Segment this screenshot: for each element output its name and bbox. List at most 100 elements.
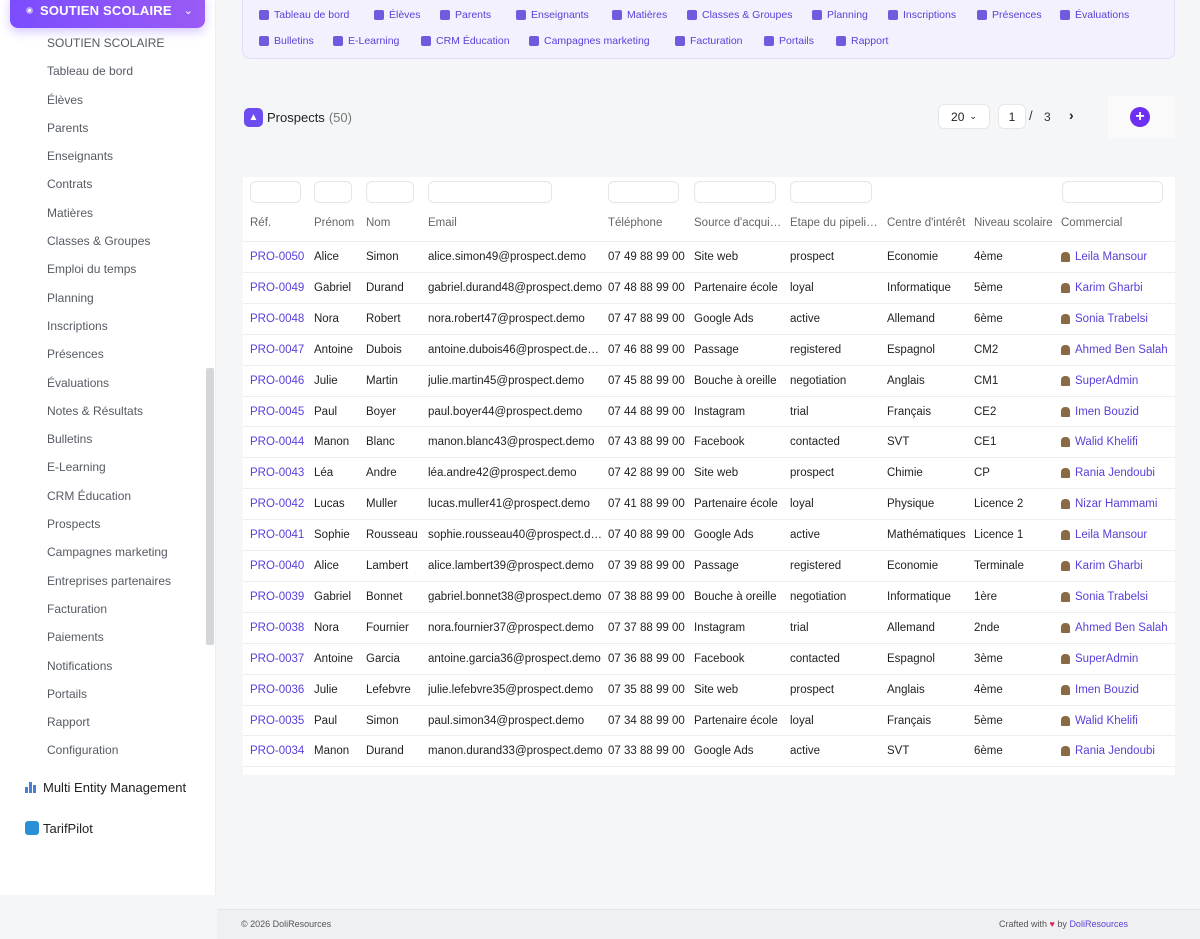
commercial-link[interactable]: Nizar Hammami	[1061, 498, 1173, 510]
commercial-link[interactable]: Rania Jendoubi	[1061, 745, 1173, 757]
sidebar-item-prospects[interactable]: Prospects	[0, 510, 216, 538]
commercial-link[interactable]: Imen Bouzid	[1061, 684, 1173, 696]
nav-tableau-de-bord[interactable]: Tableau de bord	[259, 9, 349, 21]
nav-facturation[interactable]: Facturation	[675, 35, 743, 47]
sidebar-item-rapport[interactable]: Rapport	[0, 708, 216, 736]
column-filter-input[interactable]	[314, 181, 352, 203]
table-row[interactable]: PRO-0035 Paul Simon paul.simon34@prospect.d…	[243, 704, 1175, 736]
sidebar-item-bulletins[interactable]: Bulletins	[0, 425, 216, 453]
nav-evaluations[interactable]: Évaluations	[1060, 9, 1129, 21]
prospect-ref-link[interactable]: PRO-0046	[250, 375, 308, 387]
commercial-link[interactable]: Walid Khelifi	[1061, 715, 1173, 727]
column-header-centre-d-interet[interactable]: Centre d'intérêt	[887, 217, 971, 229]
column-header-niveau-scolaire[interactable]: Niveau scolaire	[974, 217, 1058, 229]
commercial-link[interactable]: Leila Mansour	[1061, 529, 1173, 541]
sidebar-item-paiements[interactable]: Paiements	[0, 623, 216, 651]
per-page-select[interactable]: 20 ⌄	[938, 104, 990, 129]
sidebar-item-configuration[interactable]: Configuration	[0, 736, 216, 764]
nav-planning[interactable]: Planning	[812, 9, 868, 21]
column-filter-input[interactable]	[1062, 181, 1163, 203]
sidebar-item-parents[interactable]: Parents	[0, 114, 216, 142]
table-row[interactable]: PRO-0039 Gabriel Bonnet gabriel.bonnet38@pr…	[243, 580, 1175, 612]
prospect-ref-link[interactable]: PRO-0034	[250, 745, 308, 757]
column-filter-input[interactable]	[428, 181, 552, 203]
sidebar-item-portails[interactable]: Portails	[0, 680, 216, 708]
nav-crm-education[interactable]: CRM Éducation	[421, 35, 510, 47]
sidebar-item-eleves[interactable]: Élèves	[0, 86, 216, 114]
prospect-ref-link[interactable]: PRO-0048	[250, 313, 308, 325]
sidebar-item-contrats[interactable]: Contrats	[0, 170, 216, 198]
table-row[interactable]: PRO-0048 Nora Robert nora.robert47@prospect…	[243, 302, 1175, 334]
nav-enseignants[interactable]: Enseignants	[516, 9, 589, 21]
commercial-link[interactable]: Walid Khelifi	[1061, 436, 1173, 448]
table-row[interactable]: PRO-0034 Manon Durand manon.durand33@prospe…	[243, 735, 1175, 766]
commercial-link[interactable]: SuperAdmin	[1061, 375, 1173, 387]
nav-bulletins[interactable]: Bulletins	[259, 35, 314, 47]
prospect-ref-link[interactable]: PRO-0049	[250, 282, 308, 294]
table-row[interactable]: PRO-0044 Manon Blanc manon.blanc43@prospect…	[243, 426, 1175, 457]
nav-portails[interactable]: Portails	[764, 35, 814, 47]
sidebar-item-facturation[interactable]: Facturation	[0, 595, 216, 623]
nav-presences[interactable]: Présences	[977, 9, 1042, 21]
brand-link[interactable]: DoliResources	[1069, 919, 1128, 929]
column-filter-input[interactable]	[366, 181, 414, 203]
sidebar-item-inscriptions[interactable]: Inscriptions	[0, 312, 216, 340]
sidebar-module-tarifpilot[interactable]: TarifPilot	[25, 818, 93, 838]
prospect-ref-link[interactable]: PRO-0044	[250, 436, 308, 448]
sidebar-item-campagnes-marketing[interactable]: Campagnes marketing	[0, 538, 216, 566]
prospect-ref-link[interactable]: PRO-0041	[250, 529, 308, 541]
commercial-link[interactable]: Karim Gharbi	[1061, 560, 1173, 572]
column-header-nom[interactable]: Nom	[366, 217, 424, 229]
nav-campagnes-marketing[interactable]: Campagnes marketing	[529, 35, 650, 47]
sidebar-item-classes-groupes[interactable]: Classes & Groupes	[0, 227, 216, 255]
table-row[interactable]: PRO-0037 Antoine Garcia antoine.garcia36@pr…	[243, 642, 1175, 674]
nav-classes-groupes[interactable]: Classes & Groupes	[687, 9, 792, 21]
nav-e-learning[interactable]: E-Learning	[333, 35, 399, 47]
prospect-ref-link[interactable]: PRO-0045	[250, 406, 308, 418]
column-filter-input[interactable]	[694, 181, 776, 203]
prospect-ref-link[interactable]: PRO-0039	[250, 591, 308, 603]
sidebar-scrollbar[interactable]	[206, 368, 214, 645]
prospect-ref-link[interactable]: PRO-0047	[250, 344, 308, 356]
table-row[interactable]: PRO-0050 Alice Simon alice.simon49@prospect…	[243, 241, 1175, 272]
prospect-ref-link[interactable]: PRO-0040	[250, 560, 308, 572]
commercial-link[interactable]: Sonia Trabelsi	[1061, 313, 1173, 325]
sidebar-item-presences[interactable]: Présences	[0, 340, 216, 368]
nav-matieres[interactable]: Matières	[612, 9, 667, 21]
sidebar-item-tableau-de-bord[interactable]: Tableau de bord	[0, 57, 216, 85]
prospect-ref-link[interactable]: PRO-0043	[250, 467, 308, 479]
sidebar-module-multi-entity[interactable]: Multi Entity Management	[25, 777, 186, 797]
column-filter-input[interactable]	[250, 181, 301, 203]
column-header-prenom[interactable]: Prénom	[314, 217, 362, 229]
commercial-link[interactable]: SuperAdmin	[1061, 653, 1173, 665]
nav-inscriptions[interactable]: Inscriptions	[888, 9, 956, 21]
sidebar-item-notifications[interactable]: Notifications	[0, 652, 216, 680]
table-row[interactable]: PRO-0045 Paul Boyer paul.boyer44@prospect.d…	[243, 395, 1175, 427]
table-row[interactable]: PRO-0043 Léa Andre léa.andre42@prospect.dem…	[243, 457, 1175, 488]
sidebar-item-evaluations[interactable]: Évaluations	[0, 369, 216, 397]
column-filter-input[interactable]	[608, 181, 679, 203]
table-row[interactable]: PRO-0038 Nora Fournier nora.fournier37@pros…	[243, 611, 1175, 643]
table-row[interactable]: PRO-0049 Gabriel Durand gabriel.durand48@pr…	[243, 271, 1175, 303]
column-header-ref[interactable]: Réf.	[250, 217, 308, 229]
table-row[interactable]: PRO-0036 Julie Lefebvre julie.lefebvre35@pr…	[243, 673, 1175, 705]
commercial-link[interactable]: Imen Bouzid	[1061, 406, 1173, 418]
prospect-ref-link[interactable]: PRO-0035	[250, 715, 308, 727]
sidebar-item-planning[interactable]: Planning	[0, 284, 216, 312]
commercial-link[interactable]: Sonia Trabelsi	[1061, 591, 1173, 603]
sidebar-item-crm-education[interactable]: CRM Éducation	[0, 482, 216, 510]
prospect-ref-link[interactable]: PRO-0050	[250, 251, 308, 263]
table-row[interactable]: PRO-0040 Alice Lambert alice.lambert39@pros…	[243, 550, 1175, 581]
prospect-ref-link[interactable]: PRO-0036	[250, 684, 308, 696]
commercial-link[interactable]: Leila Mansour	[1061, 251, 1173, 263]
sidebar-item-enseignants[interactable]: Enseignants	[0, 142, 216, 170]
table-row[interactable]: PRO-0047 Antoine Dubois antoine.dubois46@pr…	[243, 333, 1175, 365]
nav-parents[interactable]: Parents	[440, 9, 491, 21]
column-header-email[interactable]: Email	[428, 217, 603, 229]
commercial-link[interactable]: Karim Gharbi	[1061, 282, 1173, 294]
sidebar-item-notes-resultats[interactable]: Notes & Résultats	[0, 397, 216, 425]
sidebar-item-matieres[interactable]: Matières	[0, 199, 216, 227]
sidebar-item-entreprises-partenaires[interactable]: Entreprises partenaires	[0, 567, 216, 595]
sidebar-item-emploi-du-temps[interactable]: Emploi du temps	[0, 255, 216, 283]
column-filter-input[interactable]	[790, 181, 872, 203]
